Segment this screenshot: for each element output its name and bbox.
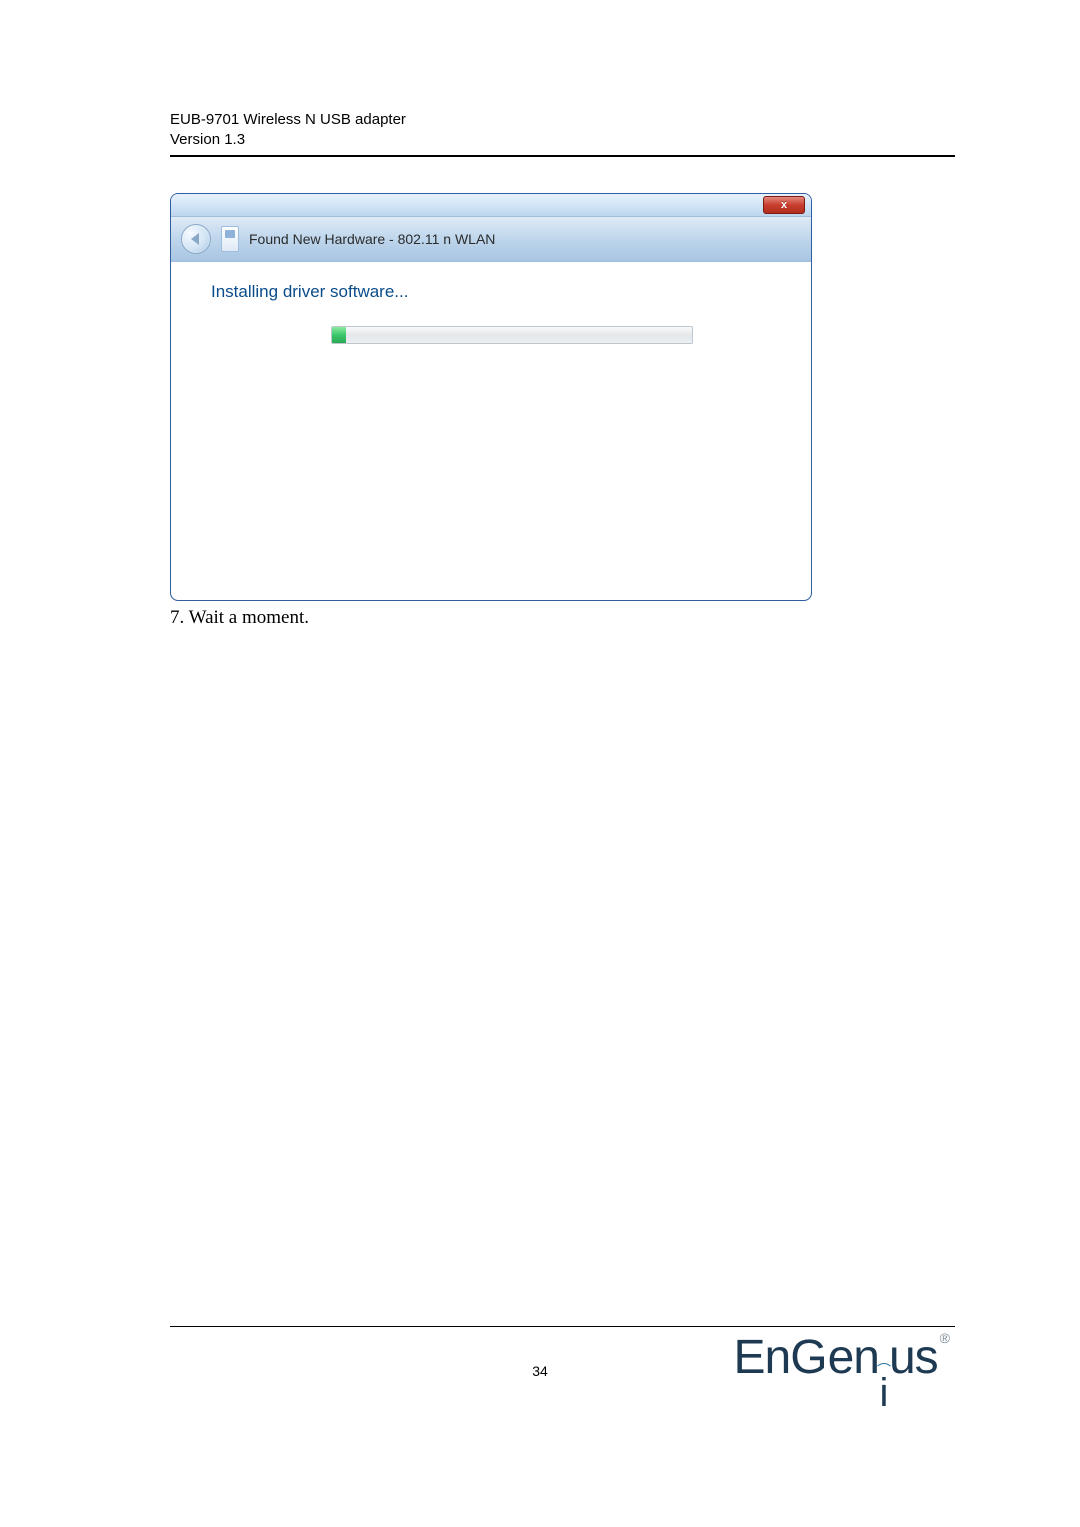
logo-text-us: us — [889, 1330, 938, 1385]
page-header: EUB-9701 Wireless N USB adapter Version … — [170, 110, 955, 157]
logo-text-g: G — [790, 1330, 827, 1385]
found-new-hardware-dialog: x Found New Hardware - 802.11 n WLAN Ins… — [170, 193, 812, 601]
dialog-body: Installing driver software... — [171, 262, 811, 600]
document-page: EUB-9701 Wireless N USB adapter Version … — [0, 0, 1080, 1527]
progress-bar — [331, 326, 693, 344]
logo-i-stack: ⌒ i — [877, 1363, 891, 1409]
header-product: EUB-9701 Wireless N USB adapter — [170, 110, 955, 130]
instruction-text: Installing driver software... — [211, 282, 771, 302]
logo-text-en: En — [734, 1330, 791, 1385]
close-button[interactable]: x — [763, 196, 805, 214]
back-button[interactable] — [181, 224, 211, 254]
footer-divider — [170, 1326, 955, 1327]
registered-mark-icon: ® — [940, 1330, 950, 1346]
progress-fill — [332, 327, 346, 343]
device-icon — [221, 226, 239, 252]
logo-text-i: i — [880, 1377, 889, 1409]
dialog-title: Found New Hardware - 802.11 n WLAN — [249, 231, 495, 247]
dialog-header-bar: Found New Hardware - 802.11 n WLAN — [171, 217, 811, 262]
header-version: Version 1.3 — [170, 130, 955, 150]
step-caption: 7. Wait a moment. — [170, 607, 955, 629]
logo-text-en2: en — [828, 1330, 879, 1385]
engenius-logo: En G en ⌒ i us ® — [734, 1330, 950, 1407]
close-icon: x — [781, 199, 787, 211]
dialog-titlebar: x — [171, 194, 811, 217]
